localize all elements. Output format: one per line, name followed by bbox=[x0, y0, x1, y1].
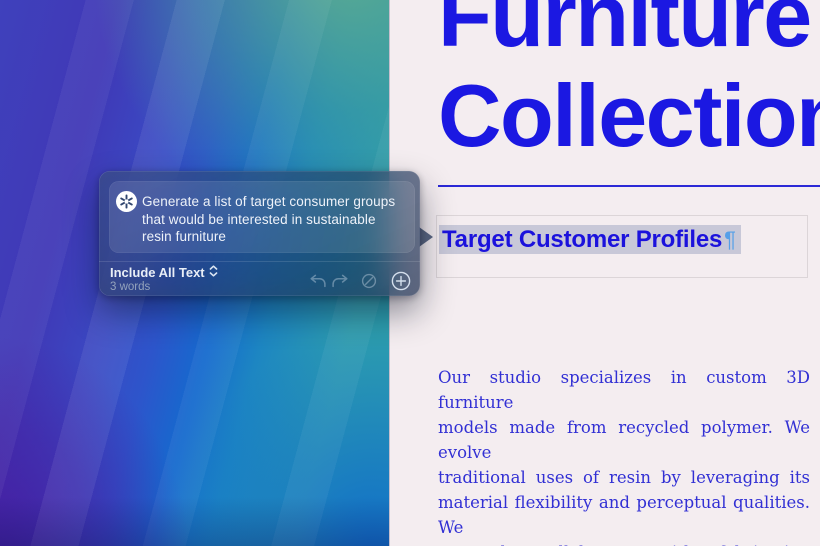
screenshot-stage: Furniture Collection Target Customer Pro… bbox=[0, 0, 820, 546]
body-line: Our studio specializes in custom 3D furn… bbox=[438, 365, 810, 415]
scope-selector-label: Include All Text bbox=[110, 265, 205, 280]
ai-assistant-popup: Generate a list of target consumer group… bbox=[99, 171, 420, 296]
heading-text-frame[interactable]: Target Customer Profiles¶ bbox=[436, 215, 808, 278]
updown-chevrons-icon bbox=[209, 265, 218, 280]
prompt-line: Generate a list of target consumer group… bbox=[142, 193, 407, 211]
retry-button[interactable] bbox=[361, 273, 377, 294]
redo-button[interactable] bbox=[331, 274, 349, 293]
undo-icon bbox=[309, 275, 327, 292]
body-line: traditional uses of resin by leveraging … bbox=[438, 465, 810, 490]
title-divider-rule bbox=[438, 185, 820, 187]
heading-text: Target Customer Profiles bbox=[442, 226, 722, 253]
scope-selector-dropdown[interactable]: Include All Text bbox=[110, 265, 218, 280]
openai-logo-icon bbox=[116, 191, 137, 212]
body-paragraph[interactable]: Our studio specializes in custom 3D furn… bbox=[438, 365, 810, 546]
plus-circle-icon bbox=[391, 278, 411, 295]
body-line: material flexibility and perceptual qual… bbox=[438, 490, 810, 540]
title-line-2: Collection bbox=[438, 66, 820, 166]
document-title[interactable]: Furniture Collection bbox=[438, 0, 820, 166]
selected-heading-text: Target Customer Profiles¶ bbox=[439, 225, 741, 254]
title-line-1: Furniture bbox=[438, 0, 820, 66]
body-line: models made from recycled polymer. We ev… bbox=[438, 415, 810, 465]
add-button[interactable] bbox=[391, 271, 411, 296]
prompt-text: Generate a list of target consumer group… bbox=[142, 193, 407, 246]
undo-button[interactable] bbox=[309, 274, 327, 293]
popup-separator bbox=[99, 261, 420, 262]
retry-slash-circle-icon bbox=[361, 276, 377, 293]
word-count-label: 3 words bbox=[110, 281, 150, 293]
prompt-line: resin furniture bbox=[142, 228, 407, 246]
body-line: currently collaborate with fabrication p… bbox=[438, 540, 810, 546]
pilcrow-mark: ¶ bbox=[724, 227, 736, 252]
document-page: Furniture Collection Target Customer Pro… bbox=[389, 0, 820, 546]
prompt-line: that would be interested in sustainable bbox=[142, 211, 407, 229]
redo-icon bbox=[331, 275, 349, 292]
prompt-bubble: Generate a list of target consumer group… bbox=[109, 181, 415, 253]
heading-line: Target Customer Profiles¶ bbox=[439, 225, 741, 254]
